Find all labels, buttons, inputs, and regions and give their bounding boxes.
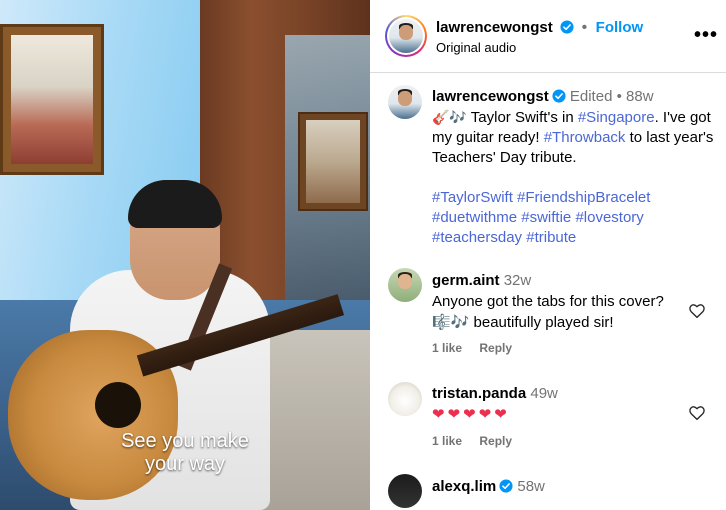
comment-avatar[interactable] bbox=[388, 474, 422, 508]
comment-actions: 1 like Reply bbox=[432, 434, 526, 448]
comment-age[interactable]: 32w bbox=[504, 272, 532, 289]
original-audio-link[interactable]: Original audio bbox=[436, 40, 516, 55]
caption-text-1: Taylor Swift's in bbox=[470, 109, 578, 126]
like-heart-icon[interactable] bbox=[688, 404, 706, 422]
reply-button[interactable]: Reply bbox=[479, 434, 512, 448]
story-ring[interactable] bbox=[385, 15, 427, 57]
hashtag[interactable]: #FriendshipBracelet bbox=[517, 189, 650, 206]
framed-picture bbox=[298, 112, 368, 211]
separator-dot: • bbox=[581, 19, 588, 36]
hashtag[interactable]: #duetwithme bbox=[432, 209, 517, 226]
more-options-icon[interactable]: ••• bbox=[694, 24, 718, 47]
video-subtitle: See you make your way bbox=[80, 430, 290, 476]
caption-avatar[interactable] bbox=[388, 85, 422, 119]
comment-body: tristan.panda 49w ❤❤❤❤❤ bbox=[432, 383, 682, 425]
verified-badge-icon bbox=[552, 89, 566, 103]
post-caption: lawrencewongst Edited • 88w 🎸🎶 Taylor Sw… bbox=[432, 87, 714, 248]
reply-button[interactable]: Reply bbox=[479, 341, 512, 355]
comment-age[interactable]: 58w bbox=[517, 478, 545, 495]
comment-text: Anyone got the tabs for this cover? bbox=[432, 293, 664, 310]
like-heart-icon[interactable] bbox=[688, 302, 706, 320]
hashtag[interactable]: #swiftie bbox=[521, 209, 571, 226]
comment-body: alexq.lim 58w bbox=[432, 476, 682, 497]
separator-dot: • bbox=[616, 88, 622, 105]
caption-username[interactable]: lawrencewongst bbox=[432, 88, 549, 105]
comment-age[interactable]: 49w bbox=[530, 385, 558, 402]
hashtag-throwback[interactable]: #Throwback bbox=[544, 129, 626, 146]
comment-actions: 1 like Reply bbox=[432, 341, 526, 355]
subtitle-line-2: your way bbox=[144, 453, 226, 475]
edited-label: Edited bbox=[569, 88, 613, 105]
hashtag[interactable]: #tribute bbox=[526, 229, 576, 246]
post-header: lawrencewongst • Follow Original audio •… bbox=[370, 0, 726, 73]
guitar-soundhole bbox=[95, 382, 141, 428]
wall-painting bbox=[0, 24, 104, 175]
verified-badge-icon bbox=[499, 479, 513, 493]
comment-likes[interactable]: 1 like bbox=[432, 434, 462, 448]
caption-age[interactable]: 88w bbox=[626, 88, 654, 105]
hashtag[interactable]: #teachersday bbox=[432, 229, 522, 246]
comment-username[interactable]: germ.aint bbox=[432, 272, 500, 289]
comment-username[interactable]: tristan.panda bbox=[432, 385, 526, 402]
subtitle-line-1: See you make bbox=[121, 430, 249, 452]
comment-avatar[interactable] bbox=[388, 268, 422, 302]
comment-username[interactable]: alexq.lim bbox=[432, 478, 496, 495]
follow-button[interactable]: Follow bbox=[596, 19, 644, 36]
comment-likes[interactable]: 1 like bbox=[432, 341, 462, 355]
header-name-row: lawrencewongst • Follow bbox=[436, 19, 643, 37]
hashtag[interactable]: #lovestory bbox=[575, 209, 643, 226]
comment-text-2: 🎼🎶 beautifully played sir! bbox=[432, 314, 614, 331]
hashtag-singapore[interactable]: #Singapore bbox=[578, 109, 655, 126]
guitar-music-emoji: 🎸🎶 bbox=[432, 109, 467, 125]
verified-badge-icon bbox=[560, 20, 574, 34]
post-panel: lawrencewongst • Follow Original audio •… bbox=[370, 0, 726, 510]
header-username[interactable]: lawrencewongst bbox=[436, 19, 553, 36]
avatar[interactable] bbox=[389, 19, 423, 53]
heart-emoji-row: ❤❤❤❤❤ bbox=[432, 406, 510, 423]
hashtag[interactable]: #TaylorSwift bbox=[432, 189, 513, 206]
reel-video[interactable]: See you make your way bbox=[0, 0, 370, 510]
comment-body: germ.aint 32w Anyone got the tabs for th… bbox=[432, 270, 682, 333]
comment-avatar[interactable] bbox=[388, 382, 422, 416]
